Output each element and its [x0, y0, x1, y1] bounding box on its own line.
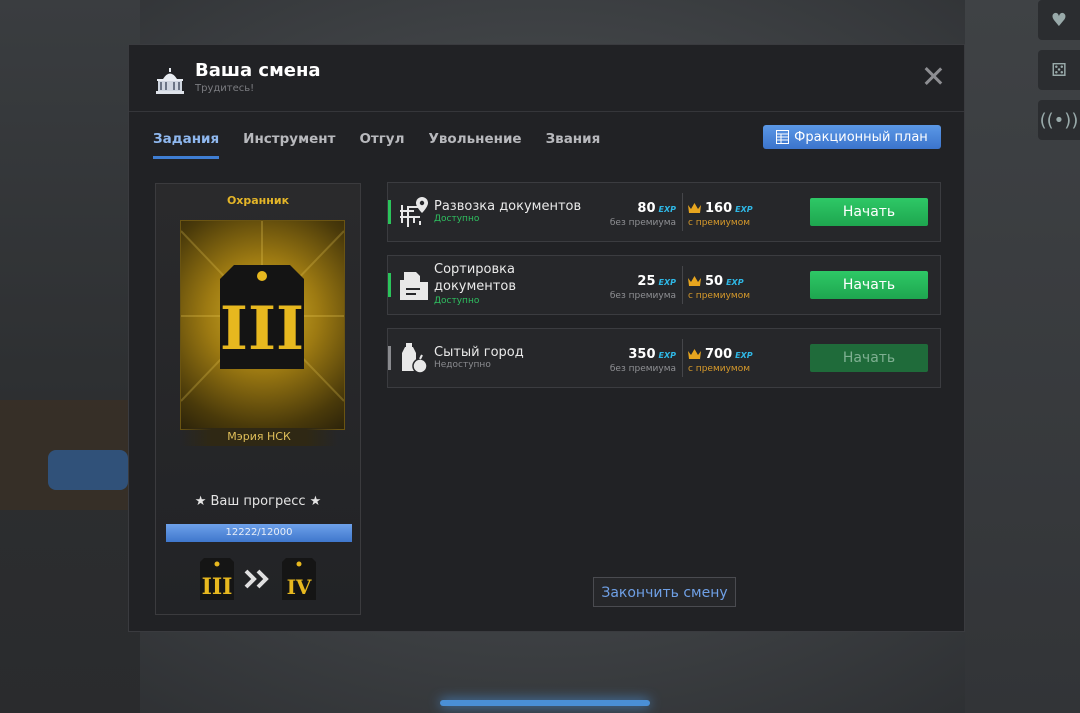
tab-tools[interactable]: Инструмент [243, 131, 335, 159]
tab-bar: Задания Инструмент Отгул Увольнение Зван… [153, 131, 624, 159]
side-button-column: ♥ ⚄ ((•)) [1038, 0, 1080, 150]
task-status: Доступно [434, 214, 480, 224]
route-pin-icon [400, 197, 428, 227]
double-chevron-icon [244, 569, 269, 589]
premium-sub: с премиумом [688, 291, 750, 301]
exp-premium-tag: EXP [735, 351, 753, 360]
exp-premium-value: 50 [705, 274, 724, 289]
shift-modal: Ваша смена Трудитесь! Задания Инструмент… [128, 44, 965, 632]
bottle-apple-icon [402, 343, 428, 374]
task-row: Сортировка документов Доступно 25 EXP без… [387, 255, 941, 315]
rank-tag-icon: III [180, 221, 345, 402]
current-rank-tag-icon: III [200, 558, 234, 600]
task-status-bar [388, 346, 391, 370]
exp-separator [682, 339, 683, 377]
dice-icon[interactable]: ⚄ [1038, 50, 1080, 90]
start-button[interactable]: Начать [810, 198, 928, 226]
next-rank-tag-icon: IV [282, 558, 316, 600]
health-heart-icon[interactable]: ♥ [1038, 0, 1080, 40]
start-button[interactable]: Начать [810, 271, 928, 299]
exp-premium-tag: EXP [735, 205, 753, 214]
tab-leave[interactable]: Отгул [359, 131, 404, 159]
folder-docs-icon [400, 272, 428, 300]
exp-sub: без премиума [609, 218, 676, 228]
background-left-wall [0, 0, 140, 713]
task-status: Недоступно [434, 360, 491, 370]
task-row: Сытый город Недоступно 350 EXP без премиу… [387, 328, 941, 388]
current-rank-label: III [202, 574, 233, 600]
crown-icon [688, 276, 701, 286]
task-status-bar [388, 273, 391, 297]
rank-card: Охранник III Мэрия НСК ★ Ваш прогресс ★ … [155, 183, 361, 615]
modal-title: Ваша смена [195, 60, 321, 81]
faction-plan-button[interactable]: Фракционный план [763, 125, 941, 149]
exp-premium: 700 EXP с премиумом [688, 343, 753, 374]
exp-normal: 350 EXP без премиума [610, 343, 676, 374]
signal-icon[interactable]: ((•)) [1038, 100, 1080, 140]
progress-label: ★ Ваш прогресс ★ [194, 494, 322, 509]
city-hall-icon [156, 68, 184, 94]
rank-transition: III IV [156, 556, 360, 602]
exp-separator [682, 266, 683, 304]
start-button-disabled[interactable]: Начать [810, 344, 928, 372]
tab-ranks[interactable]: Звания [546, 131, 601, 159]
exp-premium: 160 EXP с премиумом [688, 197, 753, 228]
tab-dismissal[interactable]: Увольнение [428, 131, 521, 159]
org-name: Мэрия НСК [180, 428, 338, 446]
crown-icon [688, 349, 701, 359]
rank-role: Охранник [226, 194, 290, 207]
exp-sub: без премиума [609, 291, 676, 301]
tab-tasks[interactable]: Задания [153, 131, 220, 159]
exp-premium-value: 160 [705, 201, 733, 216]
premium-sub: с премиумом [688, 364, 750, 374]
task-name: Сортировка документов [434, 262, 516, 294]
end-shift-button[interactable]: Закончить смену [593, 577, 736, 607]
exp-value: 350 [628, 347, 656, 362]
progress-bar: 12222/12000 [166, 524, 352, 542]
crown-icon [688, 203, 701, 213]
exp-tag: EXP [658, 278, 677, 287]
close-icon[interactable] [922, 65, 944, 87]
task-status: Доступно [434, 296, 480, 306]
spreadsheet-icon [776, 130, 790, 144]
exp-separator [682, 193, 683, 231]
exp-tag: EXP [658, 351, 677, 360]
exp-value: 25 [637, 274, 656, 289]
exp-premium: 50 EXP с премиумом [688, 270, 750, 301]
faction-plan-label: Фракционный план [794, 129, 928, 145]
rank-art: III [180, 220, 345, 430]
exp-premium-tag: EXP [726, 278, 744, 287]
task-name: Сытый город [434, 345, 524, 360]
modal-subtitle: Трудитесь! [195, 83, 255, 94]
task-name: Развозка документов [434, 199, 582, 214]
exp-sub: без премиума [609, 364, 676, 374]
exp-premium-value: 700 [705, 347, 733, 362]
modal-header: Ваша смена Трудитесь! [129, 45, 964, 112]
exp-normal: 80 EXP без премиума [610, 197, 676, 228]
bottom-glow [440, 700, 650, 706]
exp-value: 80 [637, 201, 656, 216]
exp-tag: EXP [658, 205, 677, 214]
progress-text: 12222/12000 [225, 527, 293, 538]
background-chair [48, 450, 128, 490]
next-rank-label: IV [287, 575, 312, 599]
rank-numeral: III [220, 294, 304, 364]
premium-sub: с премиумом [688, 218, 750, 228]
task-row: Развозка документов Доступно 80 EXP без п… [387, 182, 941, 242]
exp-normal: 25 EXP без премиума [610, 270, 676, 301]
task-status-bar [388, 200, 391, 224]
